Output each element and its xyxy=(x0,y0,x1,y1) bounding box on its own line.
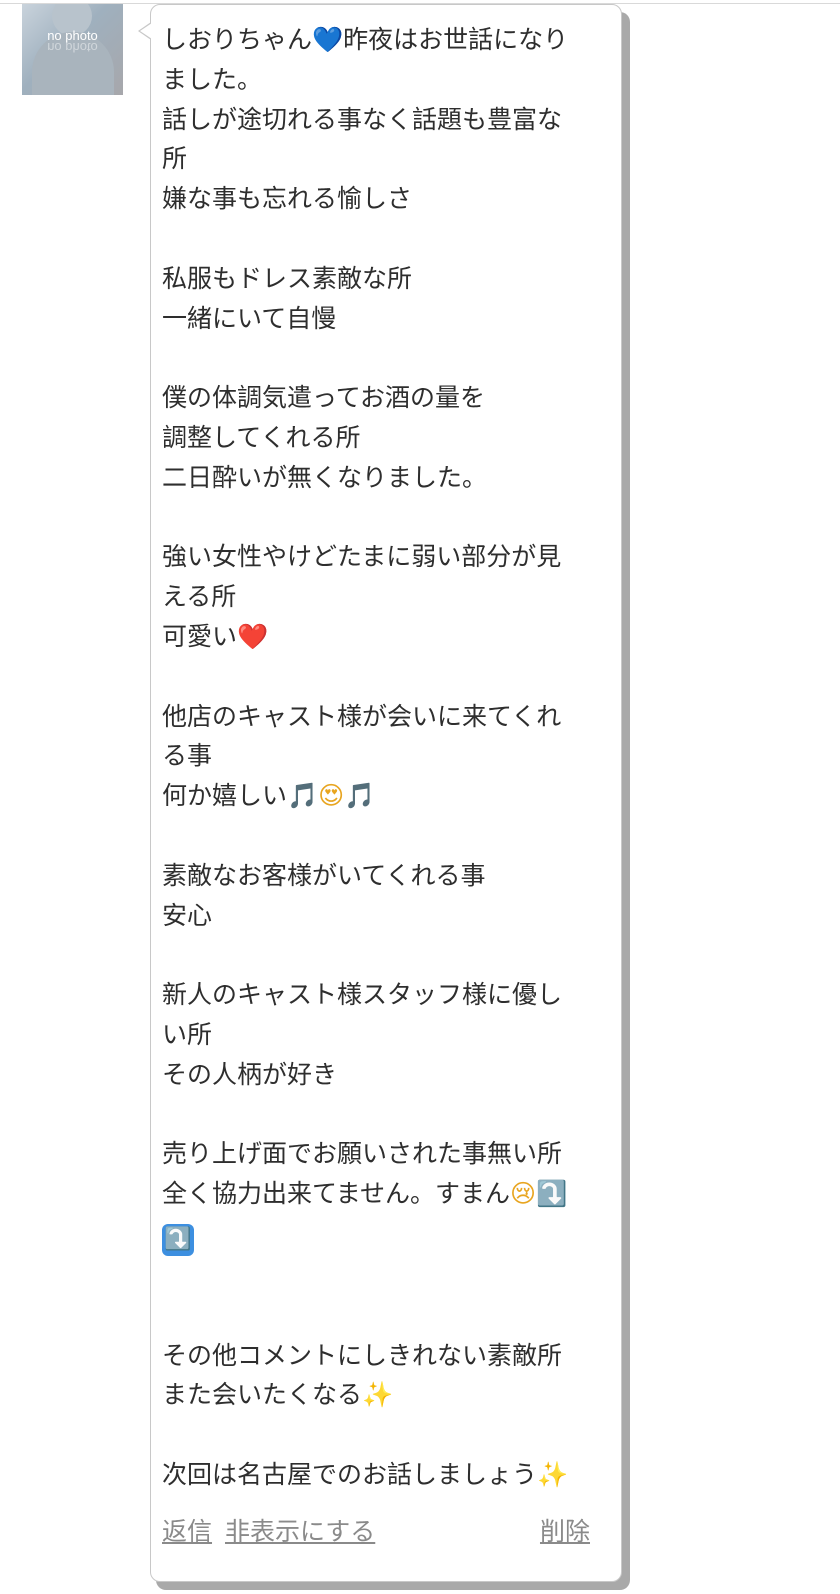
hide-link[interactable]: 非表示にする xyxy=(225,1512,375,1548)
message-actions: 返信 非表示にする 削除 xyxy=(162,1512,592,1552)
message-line: その人柄が好き xyxy=(162,1059,338,1089)
message-line xyxy=(162,219,610,259)
message-line: 調整してくれる所 xyxy=(162,422,361,452)
message-line: 強い女性やけどたまに弱い部分が見 xyxy=(162,542,562,572)
message-line: 新人のキャスト様スタッフ様に優し xyxy=(162,980,563,1010)
message-line xyxy=(162,498,610,538)
red-heart-icon: ❤️ xyxy=(237,621,269,651)
message-line: 素敵なお客様がいてくれる事 xyxy=(162,860,486,890)
sparkles-icon: ✨ xyxy=(362,1380,394,1410)
message-line: 売り上げ面でお願いされた事無い所 xyxy=(162,1139,563,1169)
message-line: 可愛い❤️ xyxy=(162,621,269,651)
message-line: ました。 xyxy=(162,64,263,94)
reply-link[interactable]: 返信 xyxy=(162,1512,212,1548)
delete-link[interactable]: 削除 xyxy=(540,1512,590,1548)
down-arrow-icon: ⤵️ xyxy=(162,1223,194,1256)
message-line: 次回は名古屋でのお話しましょう✨ xyxy=(162,1459,569,1489)
message-line: また会いたくなる✨ xyxy=(162,1380,394,1410)
message-line xyxy=(162,1296,610,1336)
message-line: える所 xyxy=(162,582,237,612)
message-line: しおりちゃん💙昨夜はお世話になり xyxy=(162,25,569,54)
message-line xyxy=(162,1415,610,1455)
message-line: 全く協力出来てません。すまん😢⤵️ xyxy=(162,1179,568,1209)
message-line: 何か嬉しい🎵😍🎵 xyxy=(162,781,376,811)
message-line: 安心 xyxy=(162,900,213,930)
message-line xyxy=(162,1095,610,1135)
message-line: 嫌な事も忘れる愉しさ xyxy=(162,184,413,214)
message-line xyxy=(162,1256,610,1296)
message-line: 僕の体調気遣ってお酒の量を xyxy=(162,383,486,413)
message-line: い所 xyxy=(162,1019,213,1049)
message-line: 所 xyxy=(162,144,188,174)
message-line: ⤵️ xyxy=(162,1214,610,1256)
avatar-placeholder-reflection: no photo xyxy=(47,40,98,55)
music-note-heart-eyes-icon: 🎵😍🎵 xyxy=(287,781,376,811)
message-body: しおりちゃん💙昨夜はお世話になり ました。 話しが途切れる事なく話題も豊富な 所… xyxy=(162,20,610,1495)
blue-heart-icon: 💙 xyxy=(312,25,344,54)
message-line: 一緒にいて自慢 xyxy=(162,303,337,333)
message-line xyxy=(162,816,610,856)
message-bubble-tail-inner xyxy=(140,23,152,39)
sparkles-icon: ✨ xyxy=(537,1459,569,1489)
message-line: 私服もドレス素敵な所 xyxy=(162,263,413,293)
avatar: no photo no photo xyxy=(22,4,123,95)
message-line xyxy=(162,935,610,975)
message-line: その他コメントにしきれない素敵所 xyxy=(162,1340,563,1370)
message-line: 他店のキャスト様が会いに来てくれ xyxy=(162,701,562,731)
message-line: る事 xyxy=(162,741,213,771)
message-line xyxy=(162,338,610,378)
message-line: 二日酔いが無くなりました。 xyxy=(162,462,488,492)
message-line xyxy=(162,657,610,697)
crying-face-arrow-icon: 😢⤵️ xyxy=(510,1179,568,1209)
message-line: 話しが途切れる事なく話題も豊富な xyxy=(162,104,563,134)
